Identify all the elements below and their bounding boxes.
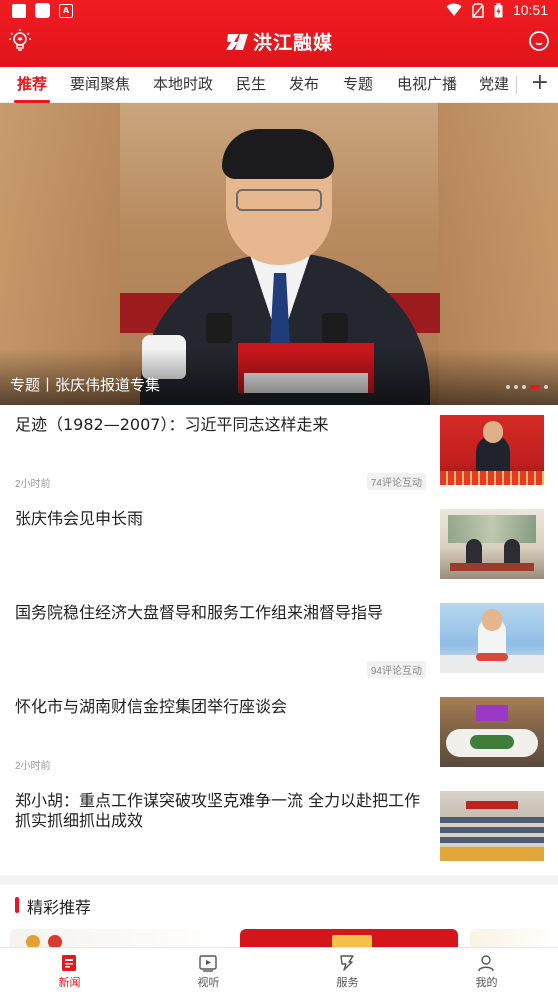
news-title: 足迹（1982—2007）：习近平同志这样走来 [15,415,329,434]
status-right-icons: 10:51 [446,2,548,18]
news-thumbnail [440,791,544,861]
nav-label: 我的 [475,976,498,989]
pager-dot-active[interactable] [530,385,540,389]
a-app-icon: A [59,3,73,18]
news-item[interactable]: 怀化市与湖南财信金控集团举行座谈会 2小时前 [0,687,558,781]
user-icon [478,955,494,972]
tab-party-building[interactable]: 党建 [479,73,509,94]
title-bar: 洪江融媒 [0,22,558,67]
featured-cards [0,927,558,949]
news-title: 怀化市与湖南财信金控集团举行座谈会 [15,697,288,716]
nav-profile[interactable]: 我的 [417,948,556,992]
hero-banner[interactable]: 专题丨张庆伟报道专集 [0,103,558,405]
tab-topics[interactable]: 专题 [343,73,373,94]
pager-dot[interactable] [522,385,526,389]
news-title: 郑小胡：重点工作谋突破攻坚克难争一流 全力以赴把工作抓实抓细抓出成效 [15,791,421,830]
tab-livelihood[interactable]: 民生 [236,73,266,94]
newspaper-icon [62,955,76,971]
tab-tv-radio[interactable]: 电视广播 [397,73,457,94]
channel-tabs: 推荐 要闻聚焦 本地时政 民生 发布 专题 电视广播 党建 + [0,67,558,103]
featured-card[interactable] [10,929,228,949]
status-left-icons: A [12,3,73,18]
news-item[interactable]: 国务院稳住经济大盘督导和服务工作组来湘督导指导 94评论互动 [0,593,558,687]
square-app-icon [35,3,50,18]
nav-label: 服务 [336,976,359,989]
tab-headlines[interactable]: 要闻聚焦 [70,73,130,94]
tab-recommend[interactable]: 推荐 [17,73,47,94]
service-icon [340,955,354,971]
nav-label: 新闻 [58,976,81,989]
pager-dot[interactable] [514,385,518,389]
brand: 洪江融媒 [0,28,558,55]
news-comment-count: 94评论互动 [366,661,426,678]
tab-list: 推荐 要闻聚焦 本地时政 民生 发布 专题 电视广播 党建 [0,67,516,103]
featured-header: 精彩推荐 [0,885,558,925]
search-icon [529,31,549,51]
app-header: A 10:51 洪江融媒 [0,0,558,67]
bottom-nav: 新闻 视听 服务 我的 [0,947,558,992]
section-divider [0,875,558,885]
featured-card[interactable] [470,929,558,949]
nav-label: 视听 [197,976,220,989]
pager-dot[interactable] [544,385,548,389]
news-item[interactable]: 郑小胡：重点工作谋突破攻坚克难争一流 全力以赴把工作抓实抓细抓出成效 [0,781,558,875]
add-channel-button[interactable]: + [531,70,549,95]
search-button[interactable] [528,30,550,52]
news-item[interactable]: 足迹（1982—2007）：习近平同志这样走来 2小时前 74评论互动 [0,405,558,499]
news-time: 2小时前 [15,479,51,490]
tab-release[interactable]: 发布 [289,73,319,94]
news-title: 张庆伟会见申长雨 [15,509,144,528]
news-time: 2小时前 [15,761,51,772]
tab-divider [516,76,517,94]
battery-icon [494,2,503,17]
nav-media[interactable]: 视听 [139,948,278,992]
news-item[interactable]: 张庆伟会见申长雨 [0,499,558,593]
banner-caption: 专题丨张庆伟报道专集 [10,376,161,394]
status-bar: A 10:51 [0,0,558,22]
pager-dot[interactable] [506,385,510,389]
news-thumbnail [440,509,544,579]
no-sim-icon [472,2,484,18]
news-thumbnail [440,415,544,485]
news-title: 国务院稳住经济大盘督导和服务工作组来湘督导指导 [15,603,384,622]
status-time: 10:51 [512,2,548,18]
featured-accent-bar [15,897,19,913]
brand-name: 洪江融媒 [252,32,333,54]
news-thumbnail [440,697,544,767]
tab-local-politics[interactable]: 本地时政 [153,73,213,94]
news-app-icon [12,3,26,18]
news-thumbnail [440,603,544,673]
brand-logo-icon [225,33,248,50]
nav-news[interactable]: 新闻 [0,948,139,992]
nav-services[interactable]: 服务 [278,948,417,992]
news-comment-count: 74评论互动 [366,473,426,490]
banner-pager [506,385,548,389]
featured-title: 精彩推荐 [27,898,92,917]
wifi-icon [446,3,462,16]
featured-card[interactable] [240,929,458,949]
video-play-icon [199,955,217,972]
